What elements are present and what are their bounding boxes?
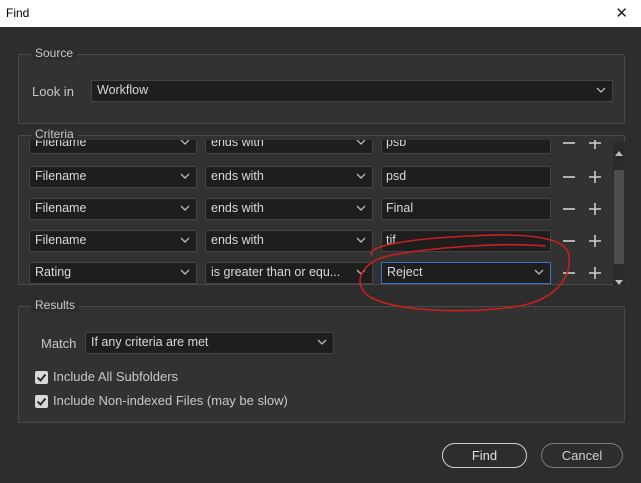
- window-title: Find: [6, 6, 30, 20]
- match-label: Match: [41, 336, 77, 351]
- scroll-thumb[interactable]: [614, 170, 624, 264]
- find-button[interactable]: Find: [442, 443, 527, 468]
- source-legend: Source: [31, 46, 78, 60]
- field-dropdown[interactable]: Filename: [29, 140, 197, 154]
- scroll-down-icon[interactable]: [615, 274, 623, 289]
- plus-icon[interactable]: [587, 169, 603, 185]
- criteria-row: Filename ends with Final: [19, 198, 614, 220]
- field-dropdown[interactable]: Filename: [29, 166, 197, 188]
- scroll-up-icon[interactable]: [615, 144, 623, 159]
- operator-dropdown[interactable]: ends with: [205, 140, 373, 154]
- include-nonindexed-checkbox[interactable]: [35, 395, 48, 408]
- checkmark-icon: [36, 397, 47, 406]
- criteria-legend: Criteria: [31, 127, 78, 141]
- criteria-row: Filename ends with psd: [19, 166, 614, 188]
- operator-dropdown[interactable]: ends with: [205, 230, 373, 252]
- plus-icon[interactable]: [587, 233, 603, 249]
- plus-icon[interactable]: [587, 265, 603, 281]
- plus-icon[interactable]: [587, 201, 603, 217]
- minus-icon[interactable]: [561, 140, 577, 151]
- chevron-down-icon: [356, 169, 366, 183]
- operator-dropdown[interactable]: ends with: [205, 166, 373, 188]
- value-dropdown[interactable]: Reject: [381, 262, 551, 284]
- title-bar: Find ✕: [0, 0, 641, 27]
- chevron-down-icon: [317, 335, 327, 349]
- include-subfolders-label[interactable]: Include All Subfolders: [53, 369, 178, 384]
- chevron-down-icon: [356, 201, 366, 215]
- source-group: Source Look in Workflow: [18, 46, 625, 124]
- look-in-value: Workflow: [97, 83, 149, 97]
- criteria-list: Filename ends with psb Filename ends wit…: [19, 140, 614, 285]
- chevron-down-icon: [180, 233, 190, 247]
- look-in-dropdown[interactable]: Workflow: [91, 80, 613, 102]
- close-icon[interactable]: ✕: [615, 4, 628, 22]
- results-group: Results Match If any criteria are met In…: [18, 298, 625, 423]
- chevron-down-icon: [356, 265, 366, 279]
- minus-icon[interactable]: [561, 201, 577, 217]
- look-in-label: Look in: [32, 84, 74, 99]
- results-legend: Results: [31, 298, 80, 312]
- operator-dropdown[interactable]: is greater than or equ...: [205, 262, 373, 284]
- chevron-down-icon: [356, 140, 366, 149]
- minus-icon[interactable]: [561, 233, 577, 249]
- chevron-down-icon: [180, 140, 190, 149]
- criteria-row: Rating is greater than or equ... Reject: [19, 262, 614, 284]
- criteria-scrollbar[interactable]: [613, 142, 625, 285]
- chevron-down-icon: [180, 169, 190, 183]
- operator-dropdown[interactable]: ends with: [205, 198, 373, 220]
- checkmark-icon: [36, 373, 47, 382]
- field-dropdown[interactable]: Rating: [29, 262, 197, 284]
- criteria-row: Filename ends with psb: [19, 140, 614, 154]
- field-dropdown[interactable]: Filename: [29, 198, 197, 220]
- minus-icon[interactable]: [561, 169, 577, 185]
- criteria-row: Filename ends with tif: [19, 230, 614, 252]
- match-dropdown[interactable]: If any criteria are met: [85, 332, 334, 354]
- match-value: If any criteria are met: [91, 335, 209, 349]
- criteria-group: Criteria Filename ends with psb Filename…: [18, 127, 625, 285]
- minus-icon[interactable]: [561, 265, 577, 281]
- cancel-button[interactable]: Cancel: [541, 443, 623, 468]
- field-dropdown[interactable]: Filename: [29, 230, 197, 252]
- value-input[interactable]: psb: [381, 140, 551, 154]
- value-input[interactable]: psd: [381, 166, 551, 188]
- chevron-down-icon: [180, 201, 190, 215]
- chevron-down-icon: [356, 233, 366, 247]
- chevron-down-icon: [596, 83, 606, 97]
- plus-icon[interactable]: [587, 140, 603, 151]
- value-input[interactable]: tif: [381, 230, 551, 252]
- chevron-down-icon: [534, 265, 544, 279]
- include-nonindexed-label[interactable]: Include Non-indexed Files (may be slow): [53, 393, 288, 408]
- include-subfolders-checkbox[interactable]: [35, 371, 48, 384]
- chevron-down-icon: [180, 265, 190, 279]
- value-input[interactable]: Final: [381, 198, 551, 220]
